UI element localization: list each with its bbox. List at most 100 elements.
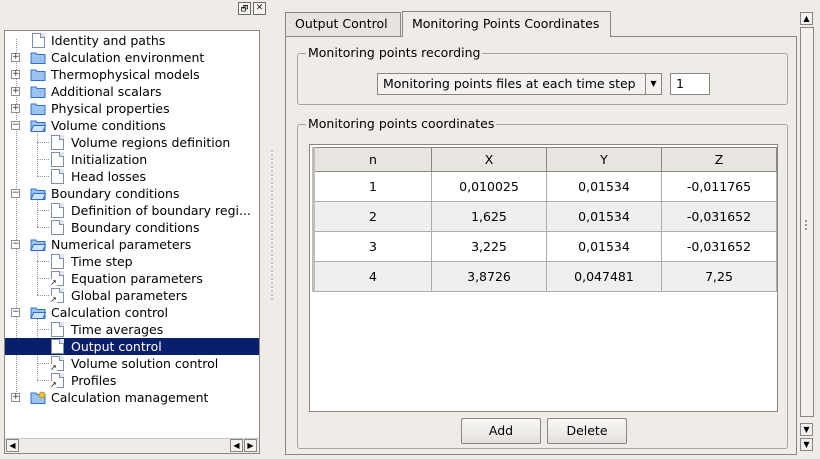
scroll-down-button[interactable]: ▼: [800, 423, 813, 436]
column-header-y[interactable]: Y: [546, 147, 662, 172]
table-cell[interactable]: 4: [312, 261, 432, 292]
tree-item-label: Boundary conditions: [71, 220, 200, 235]
frequency-select[interactable]: Monitoring points files at each time ste…: [377, 73, 662, 95]
table-row[interactable]: 1 0,010025 0,01534 -0,011765: [312, 171, 777, 202]
tree-item[interactable]: − Calculation control: [5, 304, 259, 321]
tree-item[interactable]: Volume regions definition: [5, 134, 259, 151]
table-cell[interactable]: 7,25: [661, 261, 777, 292]
table-cell[interactable]: 3: [312, 231, 432, 262]
interval-input[interactable]: 1: [670, 73, 710, 95]
tree-item[interactable]: − Boundary conditions: [5, 185, 259, 202]
column-header-z[interactable]: Z: [661, 147, 777, 172]
page-link-icon: ↗: [50, 288, 64, 304]
tree-item[interactable]: ↗ Volume solution control: [5, 355, 259, 372]
tree-item-label: Calculation management: [51, 390, 209, 405]
tree-item-label: Calculation control: [51, 305, 169, 320]
page-icon: [32, 33, 45, 48]
tab-output-control[interactable]: Output Control: [285, 12, 401, 36]
tree-item[interactable]: − Volume conditions: [5, 117, 259, 134]
folder-run-icon: [30, 391, 46, 404]
table-cell[interactable]: 2: [312, 201, 432, 232]
collapse-icon[interactable]: −: [11, 240, 20, 249]
tree-item-label: Equation parameters: [71, 271, 203, 286]
tab-monitoring-points-coordinates[interactable]: Monitoring Points Coordinates: [402, 11, 611, 37]
float-dock-button[interactable]: 🗗: [238, 2, 251, 15]
table-cell[interactable]: 0,01534: [546, 231, 662, 262]
tree-item-label: Definition of boundary regi...: [71, 203, 251, 218]
page-link-icon: ↗: [50, 271, 64, 287]
table-cell[interactable]: 1,625: [431, 201, 547, 232]
tree-item[interactable]: Head losses: [5, 168, 259, 185]
tree-item-label: Physical properties: [51, 101, 170, 116]
coordinates-table[interactable]: n X Y Z 1 0,010025 0,01534 -0,011765 2 1…: [312, 147, 777, 292]
coordinates-group-title: Monitoring points coordinates: [306, 116, 497, 132]
shortcut-arrow-icon: ↗: [50, 363, 57, 372]
page-icon: [51, 322, 64, 337]
column-header-n[interactable]: n: [312, 147, 432, 172]
tab-widget: Output Control Monitoring Points Coordin…: [285, 11, 797, 455]
column-header-x[interactable]: X: [431, 147, 547, 172]
panel-splitter[interactable]: [271, 150, 273, 300]
table-cell[interactable]: -0,031652: [661, 231, 777, 262]
collapse-icon[interactable]: −: [11, 189, 20, 198]
table-cell[interactable]: 0,01534: [546, 171, 662, 202]
table-cell[interactable]: -0,011765: [661, 171, 777, 202]
tree-item[interactable]: − Numerical parameters: [5, 236, 259, 253]
table-cell[interactable]: 0,047481: [546, 261, 662, 292]
tree-item[interactable]: Time step: [5, 253, 259, 270]
tree-item[interactable]: ↗ Profiles: [5, 372, 259, 389]
tree-item[interactable]: Time averages: [5, 321, 259, 338]
folder-icon: [30, 68, 46, 81]
table-cell[interactable]: 3,225: [431, 231, 547, 262]
tree-item[interactable]: + Physical properties: [5, 100, 259, 117]
tree-item[interactable]: Output control: [5, 338, 259, 355]
tree-item-label: Head losses: [71, 169, 147, 184]
table-cell[interactable]: -0,031652: [661, 201, 777, 232]
coordinates-table-frame[interactable]: n X Y Z 1 0,010025 0,01534 -0,011765 2 1…: [309, 144, 778, 412]
delete-button[interactable]: Delete: [547, 418, 627, 444]
scrollbar-thumb[interactable]: [800, 27, 814, 417]
tree-item[interactable]: ↗ Global parameters: [5, 287, 259, 304]
tree-item-label: Boundary conditions: [51, 186, 180, 201]
scroll-down-button-secondary[interactable]: ▼: [800, 438, 813, 451]
expand-icon[interactable]: +: [11, 104, 20, 113]
tree-item[interactable]: Identity and paths: [5, 32, 259, 49]
vertical-scrollbar[interactable]: ▲ ▼ ▼: [799, 12, 815, 455]
tree-item[interactable]: ↗ Equation parameters: [5, 270, 259, 287]
tree-item[interactable]: Boundary conditions: [5, 219, 259, 236]
shortcut-arrow-icon: ↗: [50, 278, 57, 287]
folder-open-icon: [30, 187, 47, 200]
table-cell[interactable]: 0,010025: [431, 171, 547, 202]
tree-item-label: Volume conditions: [51, 118, 166, 133]
tree-item[interactable]: + Additional scalars: [5, 83, 259, 100]
close-dock-button[interactable]: ✕: [253, 2, 266, 15]
tree-item-label: Time step: [71, 254, 133, 269]
table-cell[interactable]: 1: [312, 171, 432, 202]
chevron-down-icon[interactable]: ▼: [645, 74, 661, 94]
expand-icon[interactable]: +: [11, 87, 20, 96]
expand-icon[interactable]: +: [11, 393, 20, 402]
table-row[interactable]: 2 1,625 0,01534 -0,031652: [312, 201, 777, 232]
scroll-left-button[interactable]: ◀: [6, 439, 19, 452]
tree-item[interactable]: Definition of boundary regi...: [5, 202, 259, 219]
scroll-left-button-secondary[interactable]: ◀: [230, 439, 243, 452]
expand-icon[interactable]: +: [11, 70, 20, 79]
navigation-tree[interactable]: Identity and paths + Calculation environme…: [4, 30, 260, 454]
table-cell[interactable]: 0,01534: [546, 201, 662, 232]
table-row[interactable]: 3 3,225 0,01534 -0,031652: [312, 231, 777, 262]
collapse-icon[interactable]: −: [11, 121, 20, 130]
tree-item[interactable]: + Calculation management: [5, 389, 259, 406]
table-cell[interactable]: 3,8726: [431, 261, 547, 292]
add-button[interactable]: Add: [461, 418, 541, 444]
recording-group-title: Monitoring points recording: [306, 45, 483, 61]
table-row[interactable]: 4 3,8726 0,047481 7,25: [312, 261, 777, 292]
collapse-icon[interactable]: −: [11, 308, 20, 317]
tree-item[interactable]: + Thermophysical models: [5, 66, 259, 83]
scroll-right-button[interactable]: ▶: [244, 439, 257, 452]
tree-item-label: Profiles: [71, 373, 117, 388]
tree-item[interactable]: Initialization: [5, 151, 259, 168]
scroll-up-button[interactable]: ▲: [800, 12, 813, 25]
tree-item[interactable]: + Calculation environment: [5, 49, 259, 66]
expand-icon[interactable]: +: [11, 53, 20, 62]
tree-horizontal-scrollbar[interactable]: ◀ ◀ ▶: [5, 438, 259, 453]
